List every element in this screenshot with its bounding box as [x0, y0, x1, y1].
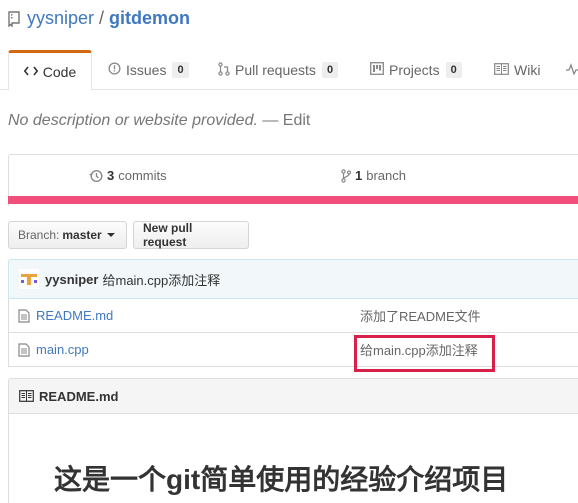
branch-select-value: master [62, 228, 102, 242]
git-branch-icon [341, 168, 351, 183]
git-pull-request-icon [218, 61, 230, 79]
repo-icon [8, 10, 20, 27]
avatar[interactable] [19, 269, 39, 289]
readme-heading: 这是一个git简单使用的经验介绍项目 [54, 464, 509, 495]
commit-tease: yysniper 给main.cpp添加注释 [8, 259, 578, 299]
branch-select-label: Branch: [18, 228, 60, 242]
language-bar [8, 196, 578, 204]
repo-title: yysniper / gitdemon [8, 8, 190, 29]
tab-pull-requests[interactable]: Pull requests 0 [218, 50, 339, 90]
commit-message-link[interactable]: 给main.cpp添加注释 [102, 270, 220, 289]
path-separator: / [99, 8, 105, 28]
code-icon [23, 64, 38, 80]
description-dash: — [257, 112, 283, 129]
repo-nav-tabs: Code Issues 0 Pull requests 0 Projects 0 [0, 50, 578, 91]
tab-projects-label: Projects [389, 62, 440, 78]
pulse-icon [566, 62, 578, 78]
tab-issues-label: Issues [126, 62, 167, 78]
file-name-link[interactable]: main.cpp [36, 342, 89, 357]
branch-summary[interactable]: 1 branch [341, 168, 406, 183]
commits-summary[interactable]: 3 commits [89, 168, 167, 183]
caret-down-icon [106, 233, 115, 237]
annotation-highlight-box [354, 335, 495, 372]
book-icon [19, 390, 34, 402]
file-name-link[interactable]: README.md [36, 308, 113, 323]
tab-code-label: Code [42, 63, 77, 80]
projects-counter: 0 [445, 62, 462, 78]
tab-wiki[interactable]: Wiki [494, 50, 540, 90]
book-icon [494, 62, 509, 78]
repo-name-link[interactable]: gitdemon [109, 8, 190, 29]
repo-owner-link[interactable]: yysniper [27, 8, 94, 29]
description-text: No description or website provided. [8, 112, 258, 129]
new-pull-request-label: New pull request [143, 221, 193, 249]
project-icon [370, 62, 384, 78]
new-pull-request-button[interactable]: New pull request [133, 221, 249, 249]
issues-counter: 0 [172, 62, 189, 78]
issue-opened-icon [108, 62, 121, 78]
repo-page: yysniper / gitdemon Code Issues 0 Pull r… [0, 0, 578, 503]
branch-label: branch [366, 168, 406, 183]
edit-description-link[interactable]: Edit [283, 112, 311, 129]
file-text-icon [18, 342, 30, 357]
tab-pulse-partial[interactable] [566, 50, 578, 90]
tab-pull-requests-label: Pull requests [235, 62, 316, 78]
file-row: README.md 添加了README文件 [8, 299, 578, 333]
commits-count: 3 [107, 168, 115, 183]
pull-requests-counter: 0 [321, 62, 339, 78]
readme-header: README.md [8, 378, 578, 414]
history-icon [89, 169, 103, 182]
file-commit-message[interactable]: 添加了README文件 [360, 306, 481, 325]
branch-count: 1 [355, 168, 363, 183]
commits-label: commits [118, 168, 167, 183]
tab-projects[interactable]: Projects 0 [370, 50, 462, 90]
tab-issues[interactable]: Issues 0 [108, 50, 189, 90]
tab-code[interactable]: Code [8, 50, 92, 91]
branch-select-button[interactable]: Branch: master [8, 221, 127, 249]
readme-title: README.md [39, 388, 119, 404]
file-text-icon [18, 308, 30, 323]
commit-author-link[interactable]: yysniper [45, 272, 98, 287]
repo-description: No description or website provided. — Ed… [8, 112, 310, 130]
tab-wiki-label: Wiki [514, 62, 541, 78]
